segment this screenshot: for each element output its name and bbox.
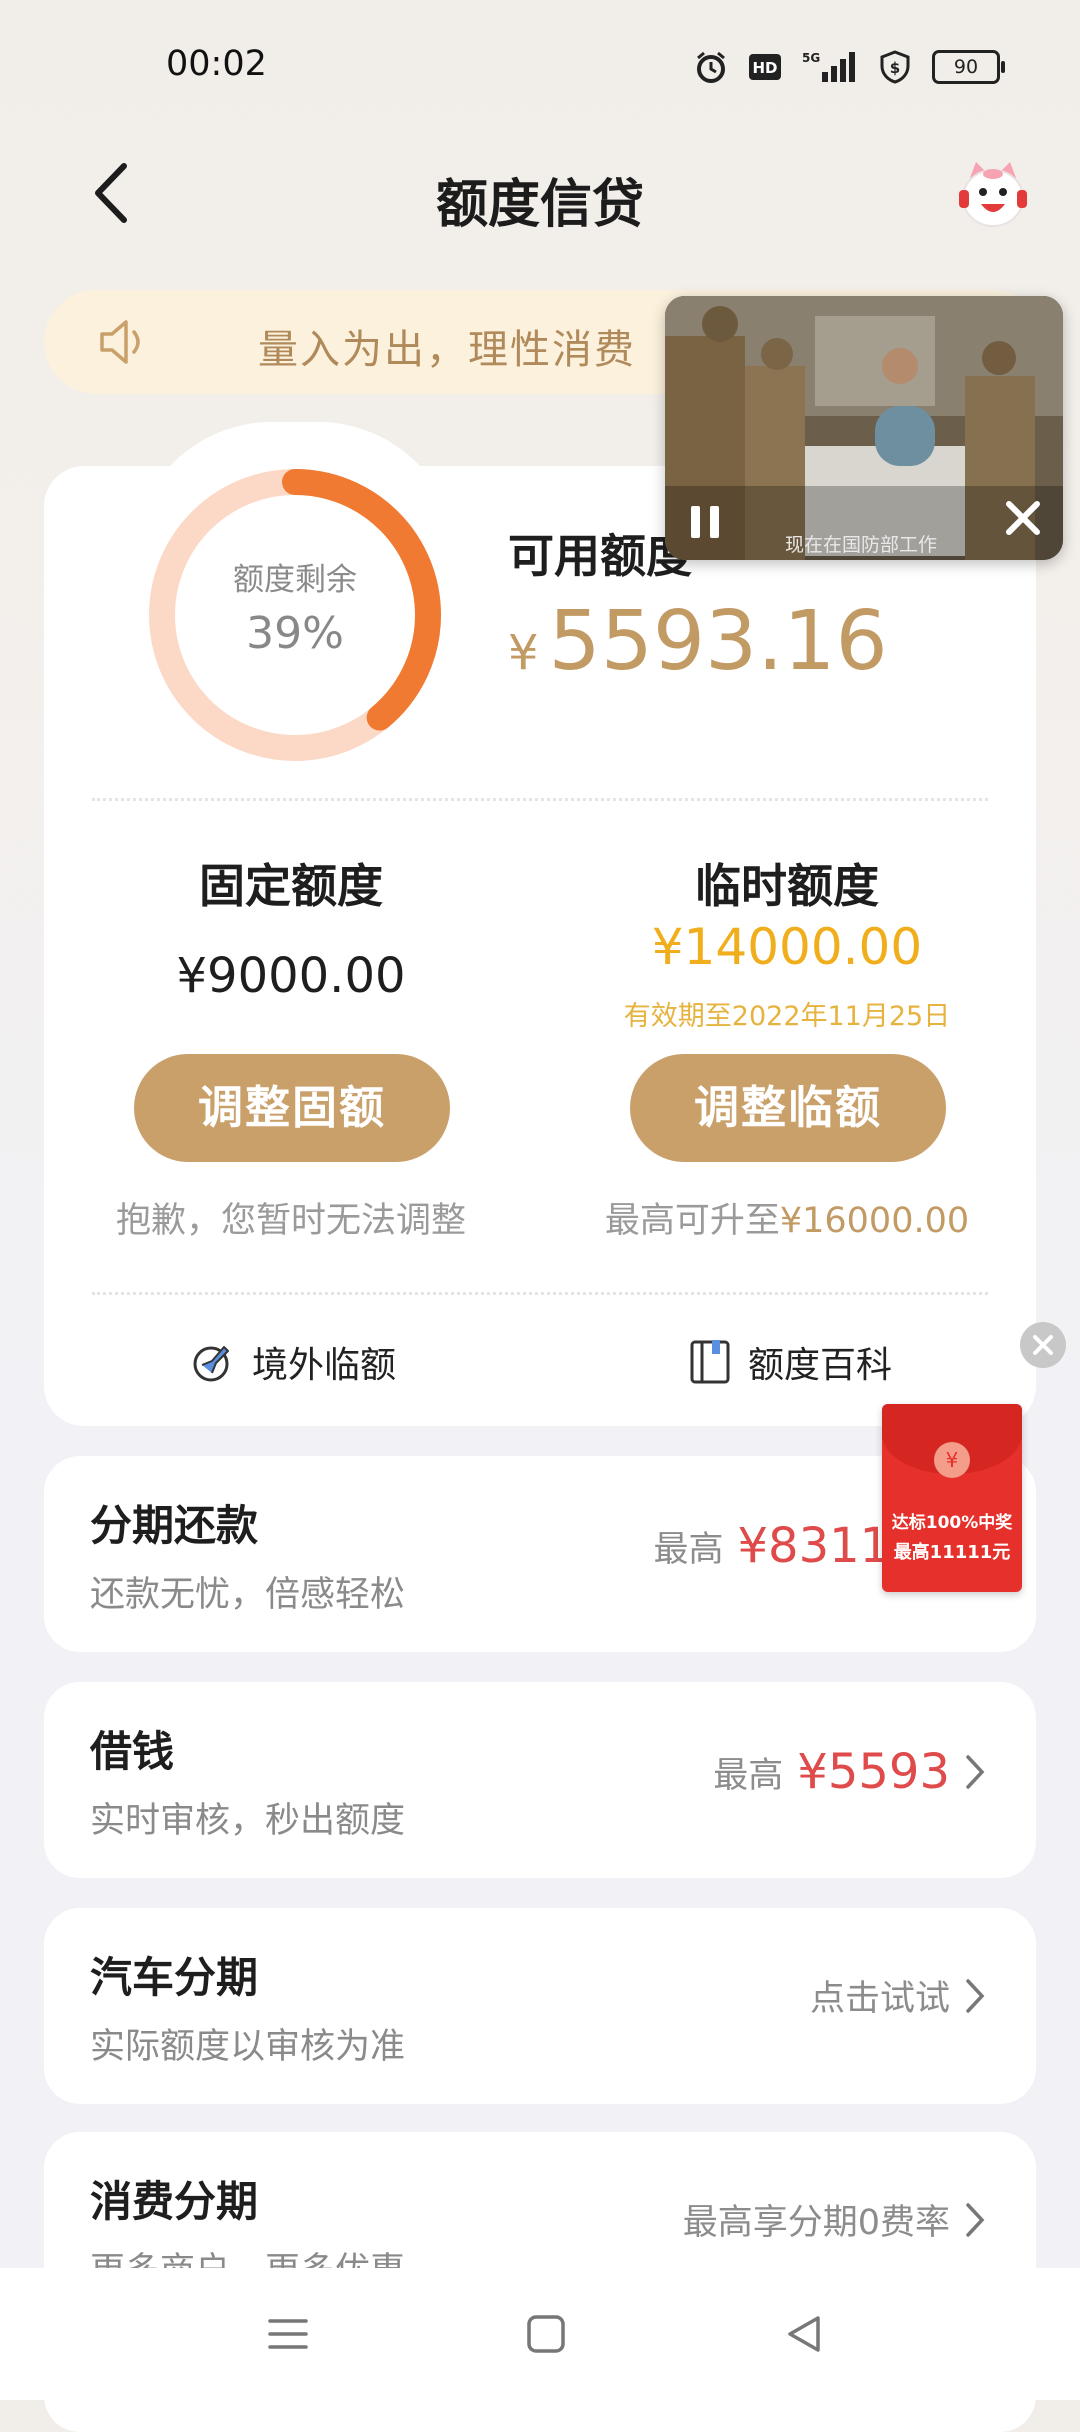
row-prefix: 最高 bbox=[713, 1755, 784, 1796]
dotted-divider bbox=[92, 1292, 988, 1295]
red-packet-coin-icon: ¥ bbox=[934, 1442, 970, 1478]
red-packet-close-button[interactable] bbox=[1020, 1322, 1066, 1368]
5g-signal-icon: 5G bbox=[802, 50, 858, 84]
red-packet-line2: 最高11111元 bbox=[893, 1542, 1011, 1563]
available-amount-value: 5593.16 bbox=[548, 594, 888, 689]
hd-icon: HD bbox=[748, 50, 782, 84]
row-title: 消费分期 bbox=[90, 2177, 259, 2226]
close-icon bbox=[1033, 1335, 1053, 1355]
adjust-fixed-credit-button[interactable]: 调整固额 bbox=[134, 1054, 450, 1162]
status-bar: 00:02 HD 5G $ 90 bbox=[0, 0, 1080, 130]
home-square-icon[interactable] bbox=[524, 2312, 568, 2356]
customer-service-mascot-icon[interactable] bbox=[956, 158, 1030, 232]
page-title: 额度信贷 bbox=[435, 175, 644, 235]
red-packet-line1: 达标100%中奖 bbox=[891, 1513, 1013, 1533]
ring-percent: 39% bbox=[246, 608, 344, 659]
video-subtitle: 现在在国防部工作 bbox=[785, 534, 938, 556]
temporary-credit-amount: ¥14000.00 bbox=[651, 918, 923, 976]
floating-video-player[interactable]: 现在在国防部工作 bbox=[665, 296, 1063, 560]
shield-icon: $ bbox=[878, 50, 912, 84]
svg-text:$: $ bbox=[890, 59, 900, 77]
fixed-credit-amount: ¥9000.00 bbox=[176, 948, 406, 1004]
svg-text:5G: 5G bbox=[802, 51, 820, 65]
svg-text:HD: HD bbox=[752, 59, 777, 77]
row-title: 借钱 bbox=[90, 1727, 175, 1776]
close-icon[interactable] bbox=[999, 494, 1047, 542]
battery-indicator: 90 bbox=[932, 50, 1005, 84]
temporary-credit-validity: 有效期至2022年11月25日 bbox=[623, 1001, 951, 1032]
row-title: 分期还款 bbox=[90, 1501, 259, 1550]
pause-icon[interactable] bbox=[687, 502, 723, 542]
currency-symbol: ¥ bbox=[508, 625, 539, 681]
alarm-icon bbox=[694, 50, 728, 84]
row-right-info: 最高 ¥5593 bbox=[713, 1744, 986, 1800]
dotted-divider bbox=[92, 798, 988, 801]
temp-note-amount: ¥16000.00 bbox=[779, 1201, 970, 1241]
fixed-credit-title: 固定额度 bbox=[199, 859, 383, 913]
row-prefix: 最高享分期0费率 bbox=[682, 2203, 950, 2243]
row-prefix: 最高 bbox=[653, 1529, 724, 1570]
row-subtitle: 还款无忧，倍感轻松 bbox=[90, 1575, 406, 1615]
temp-note-prefix: 最高可升至 bbox=[604, 1201, 780, 1241]
ring-label: 额度剩余 bbox=[233, 562, 357, 598]
back-triangle-icon[interactable] bbox=[782, 2312, 826, 2356]
red-packet-promo[interactable]: ¥ 达标100%中奖 最高11111元 bbox=[882, 1404, 1022, 1592]
overseas-credit-label: 境外临额 bbox=[252, 1345, 397, 1386]
chevron-right-icon bbox=[966, 2202, 985, 2237]
menu-icon[interactable] bbox=[266, 2312, 310, 2356]
available-credit-amount: ¥5593.16 bbox=[508, 594, 888, 689]
temporary-credit-title: 临时额度 bbox=[695, 859, 879, 913]
globe-plane-icon bbox=[193, 1346, 229, 1382]
system-navigation-bar bbox=[0, 2268, 1080, 2400]
adjust-temporary-credit-button[interactable]: 调整临额 bbox=[630, 1054, 946, 1162]
fixed-credit-note: 抱歉，您暂时无法调整 bbox=[115, 1201, 466, 1241]
row-title: 汽车分期 bbox=[90, 1953, 259, 2002]
overseas-credit-link[interactable]: 境外临额 bbox=[190, 1334, 396, 1390]
row-amount: ¥5593 bbox=[797, 1744, 950, 1800]
credit-wiki-label: 额度百科 bbox=[748, 1345, 893, 1386]
status-icons: HD 5G $ 90 bbox=[694, 50, 1005, 84]
chevron-right-icon bbox=[966, 1978, 985, 2013]
notice-text: 量入为出，理性消费 bbox=[258, 327, 636, 373]
row-prefix: 点击试试 bbox=[809, 1979, 950, 2019]
temporary-credit-note: 最高可升至¥16000.00 bbox=[592, 1192, 982, 1243]
car-installment-row[interactable]: 汽车分期 实际额度以审核为准 点击试试 bbox=[44, 1908, 1036, 2104]
status-time: 00:02 bbox=[166, 44, 267, 84]
row-right-info: 点击试试 bbox=[810, 1970, 986, 2021]
credit-wiki-link[interactable]: 额度百科 bbox=[688, 1334, 892, 1390]
book-icon bbox=[690, 1340, 730, 1384]
row-subtitle: 实时审核，秒出额度 bbox=[90, 1801, 406, 1841]
chevron-right-icon bbox=[966, 1755, 985, 1789]
borrow-money-row[interactable]: 借钱 实时审核，秒出额度 最高 ¥5593 bbox=[44, 1682, 1036, 1878]
row-right-info: 最高享分期0费率 bbox=[683, 2194, 986, 2245]
speaker-icon bbox=[96, 314, 152, 370]
row-subtitle: 实际额度以审核为准 bbox=[90, 2027, 406, 2067]
